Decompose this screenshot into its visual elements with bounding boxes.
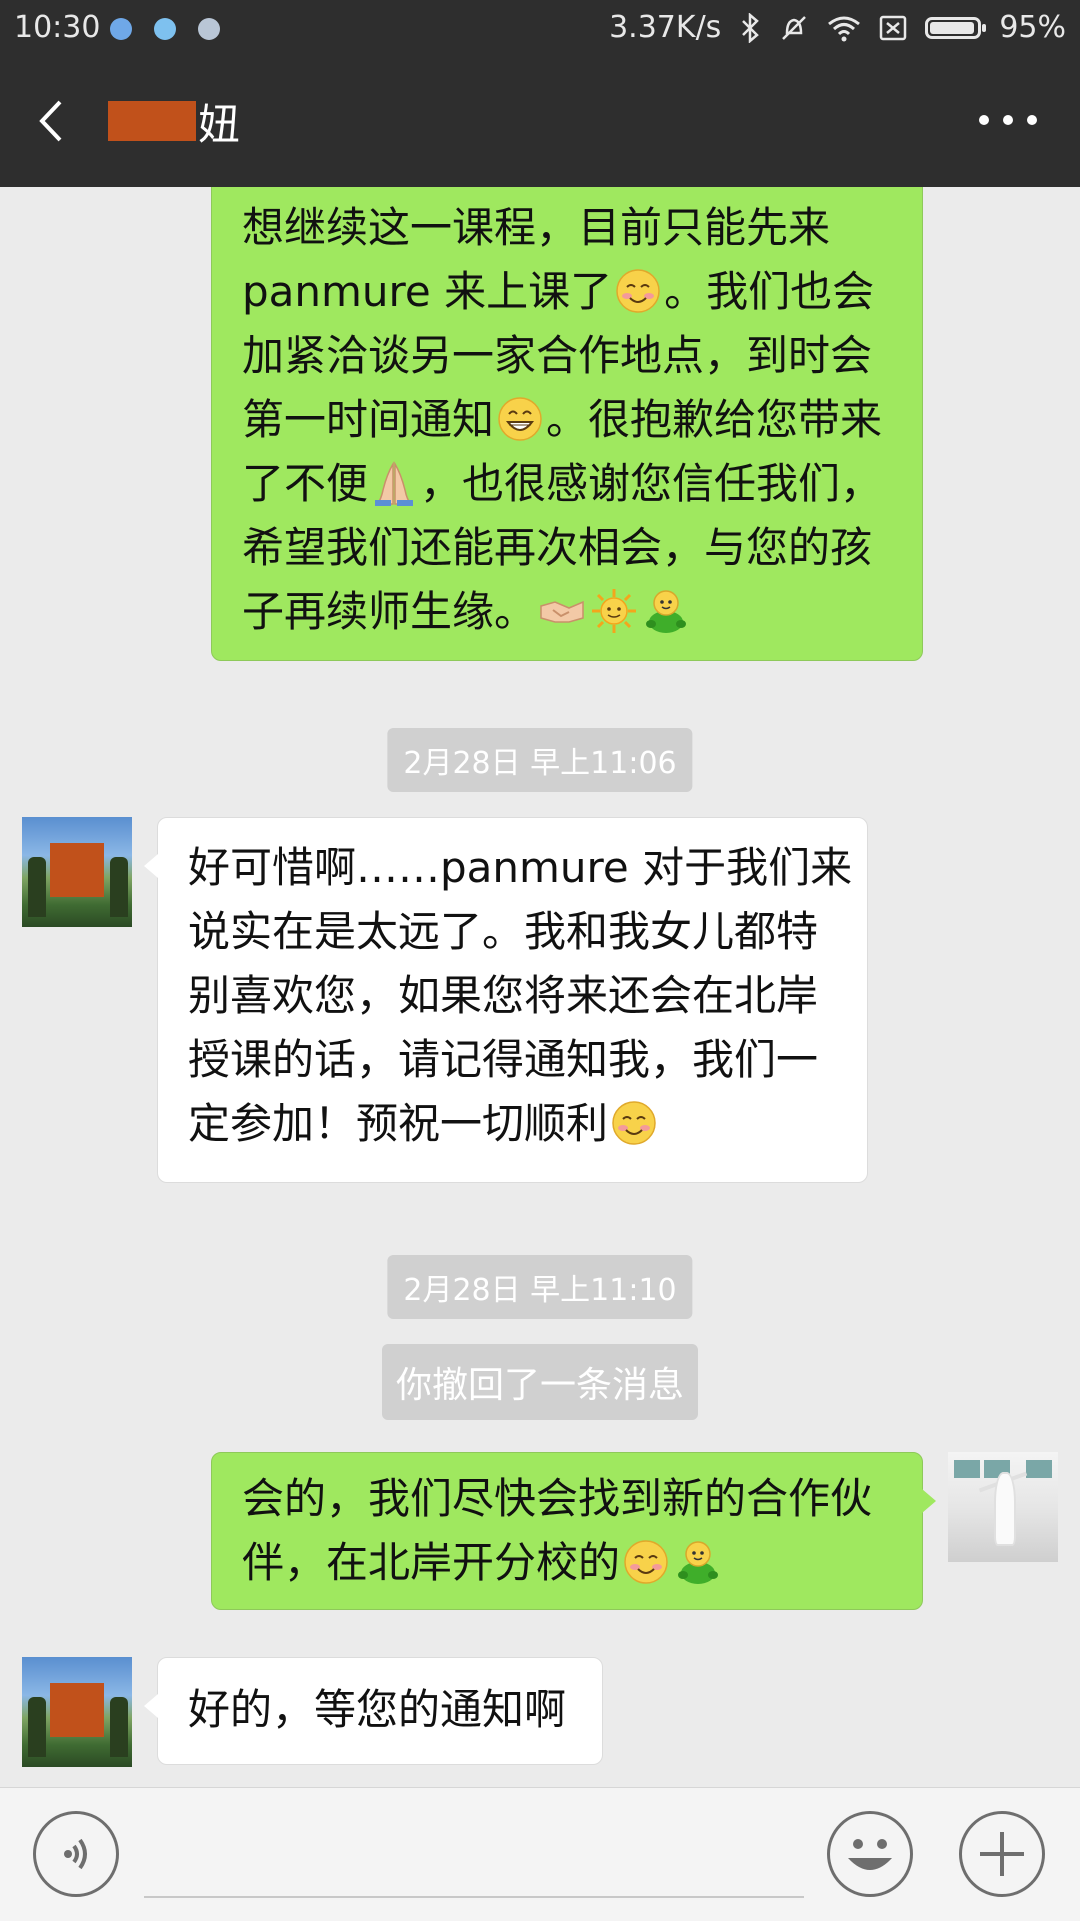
message-line: panmure 来上课了 。我们也会 bbox=[242, 260, 892, 324]
message-text: 子再续师生缘。 bbox=[242, 587, 537, 636]
frog-emoji-icon bbox=[678, 1541, 719, 1584]
contact-avatar[interactable] bbox=[22, 1657, 132, 1767]
message-text: 了不便 bbox=[242, 459, 369, 508]
frog-emoji-icon bbox=[646, 590, 687, 633]
message-line: 加紧洽谈另一家合作地点，到时会 bbox=[242, 324, 892, 388]
message-bubble-received[interactable]: 好可惜啊……panmure 对于我们来 说实在是太远了。我和我女儿都特 别喜欢您，如… bbox=[144, 817, 868, 1183]
message-text: 。我们也会 bbox=[664, 267, 875, 316]
message-line: 会的，我们尽快会找到新的合作伙 bbox=[242, 1467, 892, 1531]
smile-emoji-icon bbox=[616, 269, 660, 313]
chat-title-text: 妞 bbox=[198, 99, 241, 149]
mute-icon bbox=[782, 15, 807, 40]
message-line: 说实在是太远了。我和我女儿都特 bbox=[188, 900, 837, 964]
redacted-name bbox=[108, 101, 196, 141]
pray-emoji-icon bbox=[375, 461, 414, 506]
message-line: 好的，等您的通知啊 bbox=[188, 1678, 572, 1742]
message-line: 授课的话，请记得通知我，我们一 bbox=[188, 1028, 837, 1092]
redacted-avatar bbox=[50, 1683, 104, 1737]
chat-header: 妞 bbox=[0, 58, 1080, 187]
message-text: 希望我们还能再次相会，与您的孩 bbox=[242, 523, 873, 572]
message-line: 希望我们还能再次相会，与您的孩 bbox=[242, 516, 892, 580]
input-bar bbox=[0, 1787, 1080, 1921]
message-line: 子再续师生缘。 bbox=[242, 580, 892, 644]
no-sim-icon bbox=[880, 15, 907, 40]
plus-icon[interactable] bbox=[959, 1811, 1045, 1897]
redacted-avatar bbox=[50, 843, 104, 897]
message-text: panmure 来上课了 bbox=[242, 267, 613, 316]
grin-emoji-icon bbox=[498, 397, 542, 441]
message-bubble-received[interactable]: 好的，等您的通知啊 bbox=[144, 1657, 603, 1765]
smile-emoji-icon bbox=[624, 1540, 668, 1584]
message-text: 别喜欢您，如果您将来还会在北岸 bbox=[188, 971, 819, 1020]
message-text: 伴，在北岸开分校的 bbox=[242, 1538, 621, 1587]
message-text: 第一时间通知 bbox=[242, 395, 495, 444]
message-text: 。很抱歉给您带来 bbox=[546, 395, 883, 444]
message-text: 授课的话，请记得通知我，我们一 bbox=[188, 1035, 819, 1084]
message-text: 好的，等您的通知啊 bbox=[188, 1685, 567, 1734]
k-app-icon bbox=[110, 18, 132, 40]
message-line: 好可惜啊……panmure 对于我们来 bbox=[188, 836, 852, 900]
message-input[interactable] bbox=[144, 1896, 804, 1898]
back-arrow-icon[interactable] bbox=[28, 96, 78, 146]
bluetooth-icon bbox=[742, 12, 760, 43]
handshake-emoji-icon bbox=[540, 600, 584, 623]
cloud-icon bbox=[154, 18, 176, 40]
chat-area[interactable]: 想继续这一课程，目前只能先来 panmure 来上课了 。我们也会加紧洽谈另一家合作… bbox=[0, 187, 1080, 1787]
emoji-face-icon[interactable] bbox=[827, 1811, 913, 1897]
battery-percent: 95% bbox=[999, 10, 1066, 45]
my-avatar[interactable] bbox=[948, 1452, 1058, 1562]
wifi-icon bbox=[828, 16, 861, 41]
message-bubble-sent[interactable]: 会的，我们尽快会找到新的合作伙 伴，在北岸开分校的 bbox=[211, 1452, 936, 1610]
message-line: 定参加！预祝一切顺利 bbox=[188, 1092, 837, 1156]
more-dots-icon[interactable] bbox=[976, 110, 1040, 130]
message-text: 好可惜啊……panmure 对于我们来 bbox=[188, 843, 853, 892]
message-icon bbox=[198, 18, 220, 40]
status-bar: 10:30 3.37K/s 95% bbox=[0, 0, 1080, 58]
message-line: 想继续这一课程，目前只能先来 bbox=[242, 196, 892, 260]
message-line: 了不便 ，也很感谢您信任我们， bbox=[242, 452, 892, 516]
voice-icon[interactable] bbox=[33, 1811, 119, 1897]
message-text: ，也很感谢您信任我们， bbox=[420, 459, 883, 508]
message-bubble-sent[interactable]: 想继续这一课程，目前只能先来 panmure 来上课了 。我们也会加紧洽谈另一家合作… bbox=[211, 187, 923, 661]
message-line: 伴，在北岸开分校的 bbox=[242, 1531, 892, 1595]
message-text: 想继续这一课程，目前只能先来 bbox=[242, 203, 831, 252]
recalled-message-note: 你撤回了一条消息 bbox=[381, 1344, 699, 1420]
battery-icon bbox=[925, 16, 987, 39]
message-text: 定参加！预祝一切顺利 bbox=[188, 1099, 609, 1148]
timestamp: 2月28日 早上11:06 bbox=[387, 728, 693, 792]
message-line: 第一时间通知 。很抱歉给您带来 bbox=[242, 388, 892, 452]
sun-emoji-icon bbox=[592, 589, 637, 633]
status-time: 10:30 bbox=[14, 10, 101, 45]
message-text: 会的，我们尽快会找到新的合作伙 bbox=[242, 1474, 873, 1523]
timestamp: 2月28日 早上11:10 bbox=[387, 1255, 693, 1319]
message-text: 说实在是太远了。我和我女儿都特 bbox=[188, 907, 819, 956]
smile-emoji-icon bbox=[612, 1101, 656, 1145]
message-text: 加紧洽谈另一家合作地点，到时会 bbox=[242, 331, 873, 380]
chat-title: 妞 bbox=[108, 86, 240, 156]
network-speed: 3.37K/s bbox=[609, 10, 722, 45]
contact-avatar[interactable] bbox=[22, 817, 132, 927]
message-line: 别喜欢您，如果您将来还会在北岸 bbox=[188, 964, 837, 1028]
